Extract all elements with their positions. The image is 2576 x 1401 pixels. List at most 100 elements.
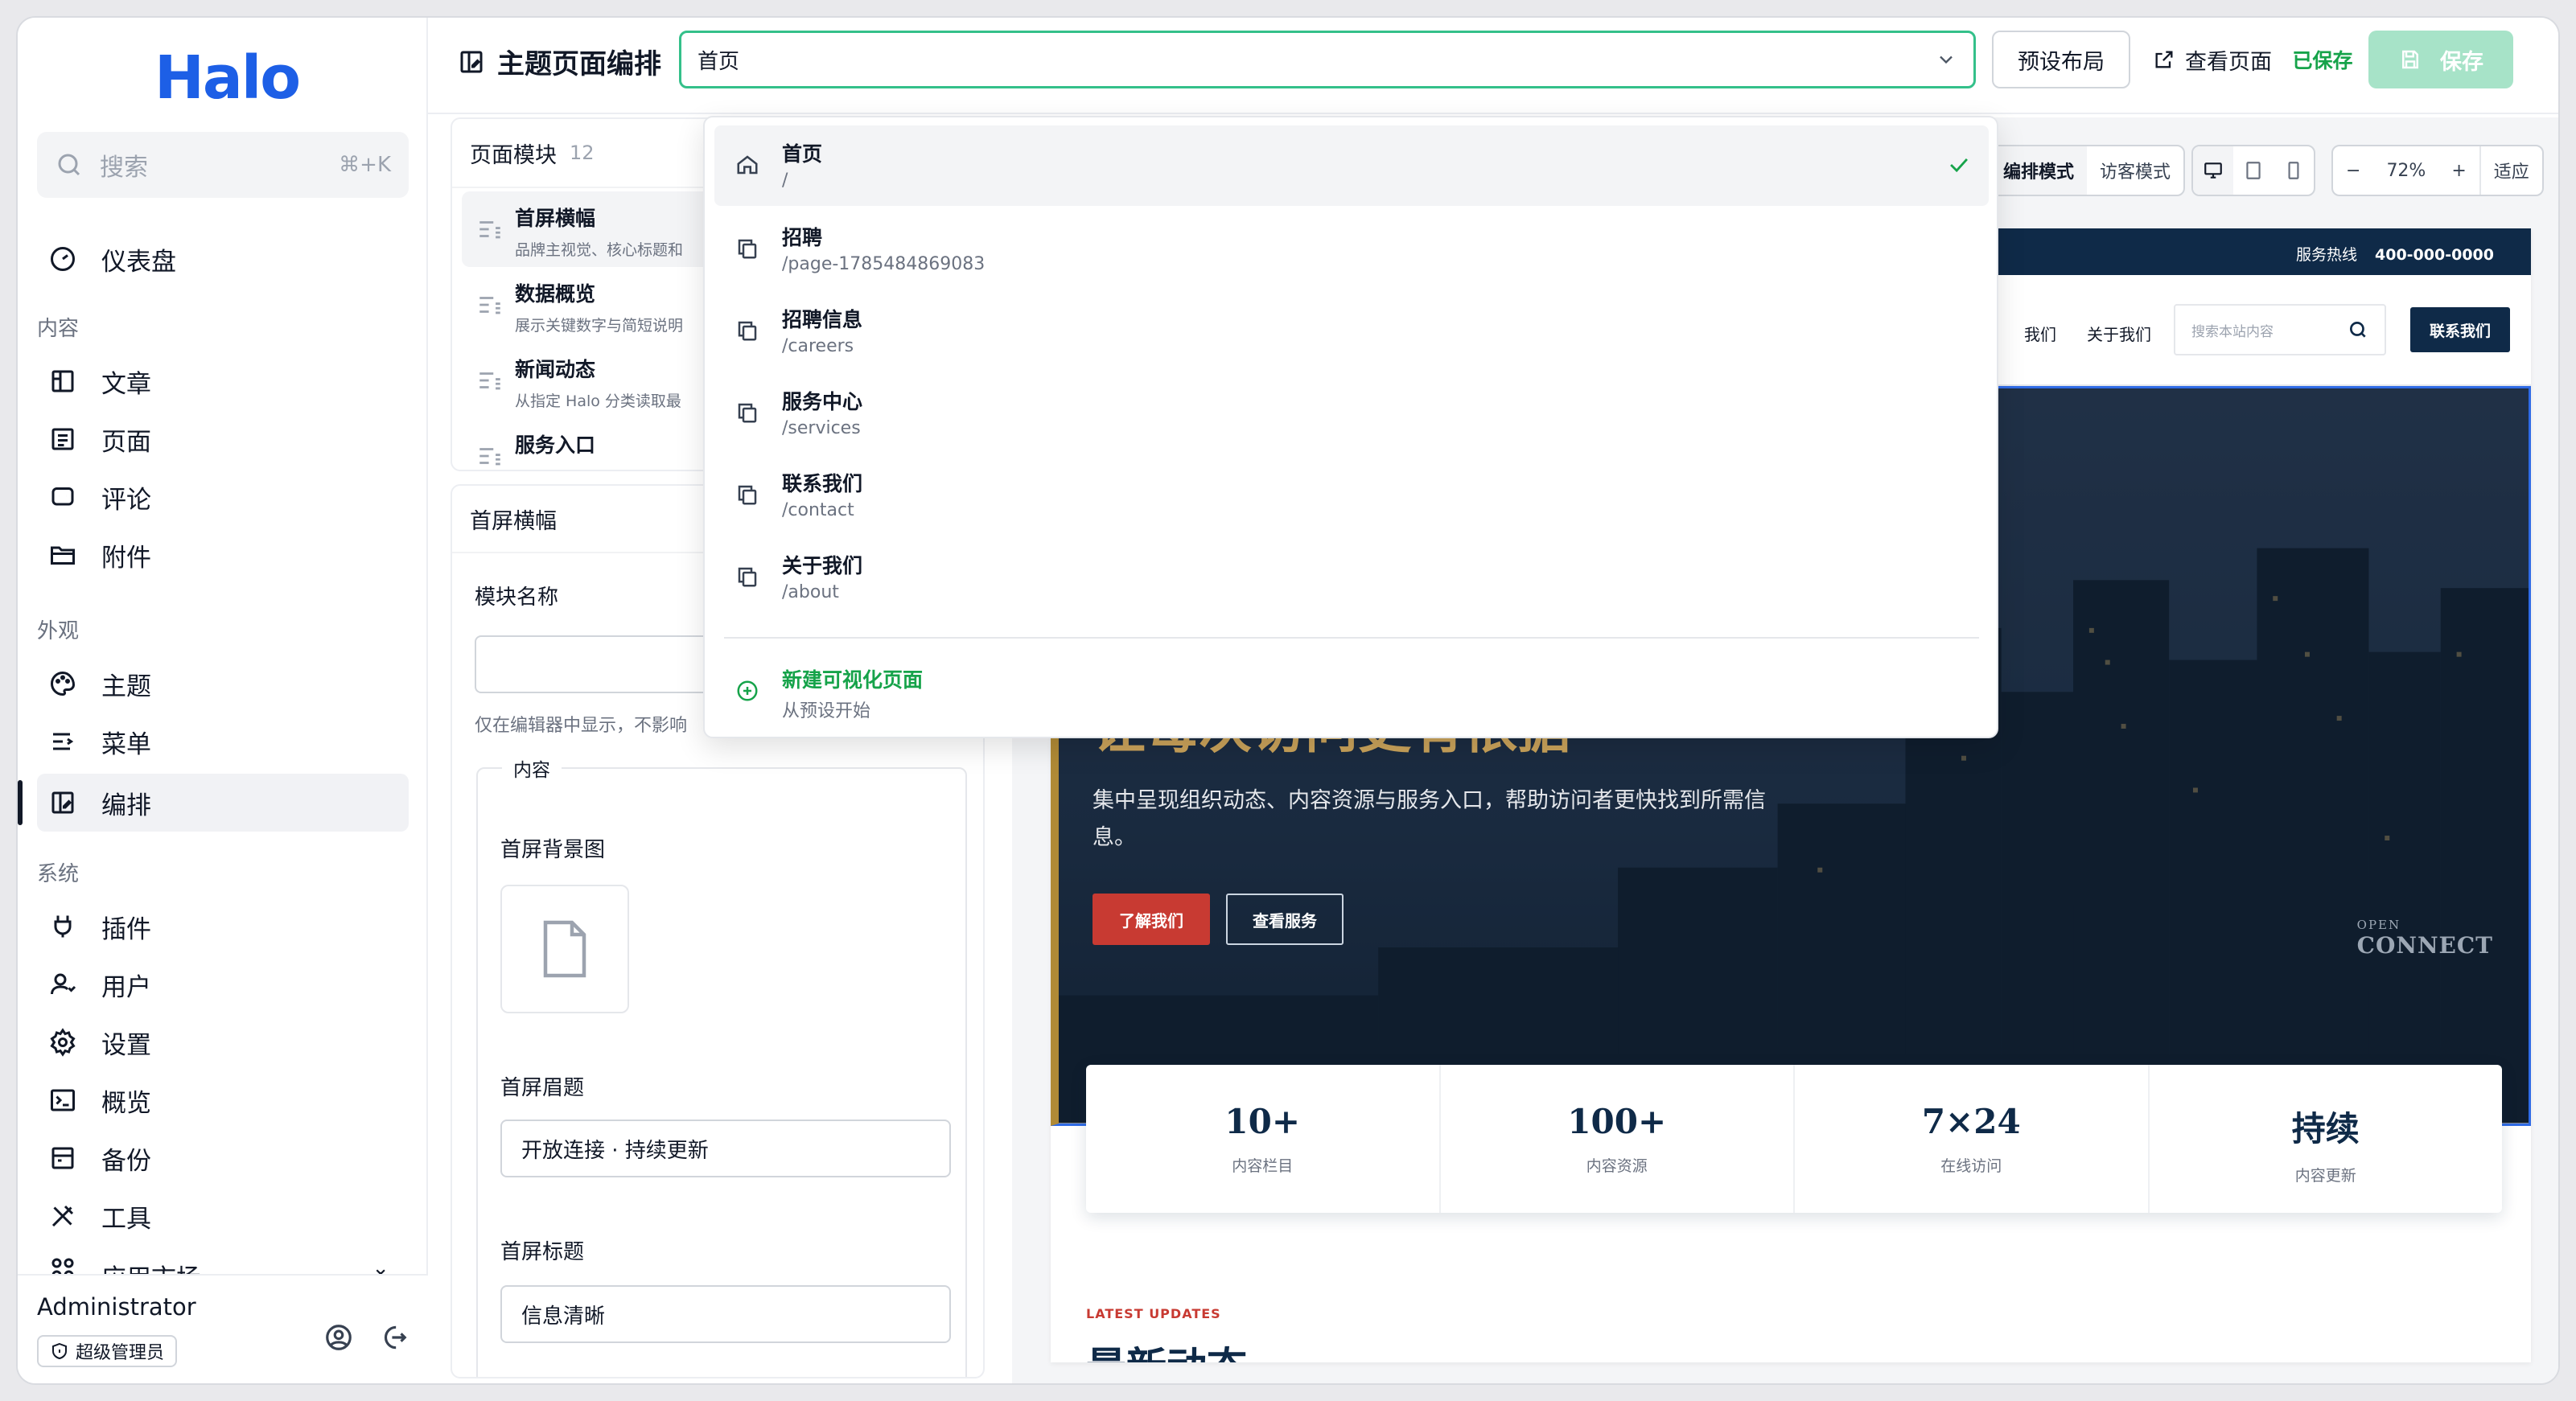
heading-input[interactable]: 信息清晰 (500, 1285, 951, 1343)
sidebar-item-label: 设置 (101, 1030, 151, 1060)
sidebar-item-dashboard[interactable]: 仪表盘 (37, 230, 409, 288)
sidebar-item-posts[interactable]: 文章 (37, 352, 409, 410)
stat-label: 在线访问 (1940, 1157, 2002, 1175)
hotline-label: 服务热线 (2295, 246, 2357, 264)
copy-icon (738, 485, 757, 505)
role-badge: 超级管理员 (37, 1335, 178, 1367)
hero-secondary-button[interactable]: 查看服务 (1226, 894, 1344, 945)
sidebar-item-label: 编排 (101, 791, 151, 820)
sidebar-item-backup[interactable]: 备份 (37, 1129, 409, 1187)
dropdown-divider (724, 637, 1979, 639)
page-option-careers[interactable]: 招聘信息 /careers (714, 291, 1989, 372)
site-search[interactable]: 搜索本站内容 (2174, 304, 2386, 355)
modules-count: 12 (570, 142, 595, 164)
stat-value: 10+ (1224, 1102, 1301, 1141)
search-placeholder: 搜索 (100, 154, 148, 182)
sidebar-item-app-store[interactable]: 应用市场 ⌄ (37, 1245, 409, 1277)
page-title-text: 主题页面编排 (497, 48, 661, 80)
copy-icon (738, 403, 757, 423)
mobile-view-button[interactable] (2274, 146, 2314, 195)
sidebar-item-plugins[interactable]: 插件 (37, 898, 409, 955)
latest-eyebrow: LATEST UPDATES (1086, 1306, 1221, 1321)
site-nav-link[interactable]: 关于我们 (2087, 322, 2151, 345)
fit-button[interactable]: 适应 (2479, 146, 2542, 195)
terminal-icon (51, 1089, 75, 1111)
sidebar-item-label: 插件 (101, 914, 151, 944)
drag-list-icon (479, 297, 500, 314)
stat-item: 10+ 内容栏目 (1086, 1065, 1441, 1213)
page-option-services[interactable]: 服务中心 /services (714, 373, 1989, 454)
app-window: Halo 搜索 ⌘+K 仪表盘 内容 文章 页面 评论 附件 外观 主题 菜单 … (16, 16, 2560, 1385)
page-title: 主题页面编排 (457, 42, 661, 81)
option-path: /careers (782, 336, 854, 356)
stat-value: 持续 (2291, 1109, 2360, 1148)
sidebar: Halo 搜索 ⌘+K 仪表盘 内容 文章 页面 评论 附件 外观 主题 菜单 … (18, 18, 428, 1383)
sidebar-item-comments[interactable]: 评论 (37, 468, 409, 526)
tablet-icon (2246, 162, 2261, 179)
bg-image-label: 首屏背景图 (500, 838, 606, 862)
nav-group-appearance: 外观 (37, 619, 80, 643)
gear-icon (50, 1028, 76, 1057)
stat-value: 7×24 (1921, 1102, 2021, 1141)
modules-panel-title: 页面模块 (470, 142, 557, 168)
halo-logo[interactable]: Halo (154, 42, 301, 114)
eyebrow-label: 首屏眉题 (500, 1076, 585, 1100)
mobile-icon (2288, 162, 2299, 179)
view-page-label: 查看页面 (2185, 49, 2272, 75)
profile-icon[interactable] (323, 1322, 354, 1353)
plus-circle-icon (737, 680, 758, 701)
saved-status: 已保存 (2292, 49, 2353, 72)
zoom-in-button[interactable]: + (2438, 146, 2479, 195)
sidebar-item-users[interactable]: 用户 (37, 955, 409, 1013)
sidebar-item-overview[interactable]: 概览 (37, 1071, 409, 1129)
sidebar-item-layout[interactable]: 编排 (37, 774, 409, 832)
drag-list-icon (479, 372, 500, 390)
site-nav-link[interactable]: 我们 (2024, 322, 2056, 345)
view-page-button[interactable]: 查看页面 (2143, 31, 2282, 88)
layout-icon (460, 51, 483, 72)
save-button[interactable]: 保存 (2368, 31, 2513, 88)
sidebar-item-tools[interactable]: 工具 (37, 1187, 409, 1245)
page-option-about[interactable]: 关于我们 /about (714, 537, 1989, 618)
tools-icon (51, 1205, 74, 1227)
sidebar-item-label: 菜单 (101, 729, 151, 759)
sidebar-item-attachments[interactable]: 附件 (37, 526, 409, 584)
copy-icon (738, 321, 757, 341)
current-user-name: Administrator (37, 1293, 196, 1321)
sign-open: OPEN (2356, 918, 2401, 932)
zoom-out-button[interactable]: − (2333, 146, 2373, 195)
bg-image-picker[interactable] (500, 885, 629, 1013)
search-icon (2349, 321, 2366, 338)
sidebar-item-pages[interactable]: 页面 (37, 410, 409, 468)
page-select[interactable]: 首页 (679, 31, 1976, 88)
zoom-level: 72% (2386, 160, 2426, 181)
new-visual-page-option[interactable]: 新建可视化页面 从预设开始 (714, 651, 1989, 732)
visitor-mode-tab[interactable]: 访客模式 (2087, 146, 2183, 195)
sidebar-search[interactable]: 搜索 ⌘+K (37, 132, 409, 198)
topbar: 主题页面编排 首页 预设布局 查看页面 已保存 保存 (428, 18, 2558, 114)
sidebar-item-themes[interactable]: 主题 (37, 655, 409, 713)
menu-icon (53, 733, 74, 750)
shield-icon (52, 1342, 67, 1360)
site-contact-button[interactable]: 联系我们 (2410, 307, 2510, 352)
edit-mode-tab[interactable]: 编排模式 (1990, 146, 2088, 195)
page-option-contact[interactable]: 联系我们 /contact (714, 455, 1989, 536)
drag-list-icon (479, 448, 500, 466)
preset-layout-button[interactable]: 预设布局 (1992, 31, 2130, 88)
sidebar-item-settings[interactable]: 设置 (37, 1013, 409, 1071)
check-icon (1950, 158, 1968, 173)
search-shortcut: ⌘+K (339, 153, 391, 177)
hotline: 服务热线 400-000-0000 (2296, 243, 2494, 265)
option-title: 联系我们 (782, 472, 863, 495)
option-path: / (782, 171, 788, 191)
home-icon (737, 155, 758, 175)
eyebrow-input[interactable]: 开放连接 · 持续更新 (500, 1120, 951, 1177)
logout-icon[interactable] (378, 1322, 409, 1353)
tablet-view-button[interactable] (2233, 146, 2274, 195)
page-option-home[interactable]: 首页 / (714, 125, 1989, 206)
desktop-view-button[interactable] (2193, 146, 2233, 195)
sidebar-item-menus[interactable]: 菜单 (37, 713, 409, 770)
hero-primary-button[interactable]: 了解我们 (1093, 894, 1210, 945)
page-option-recruit[interactable]: 招聘 /page-1785484869083 (714, 209, 1989, 290)
folder-icon (51, 546, 75, 565)
